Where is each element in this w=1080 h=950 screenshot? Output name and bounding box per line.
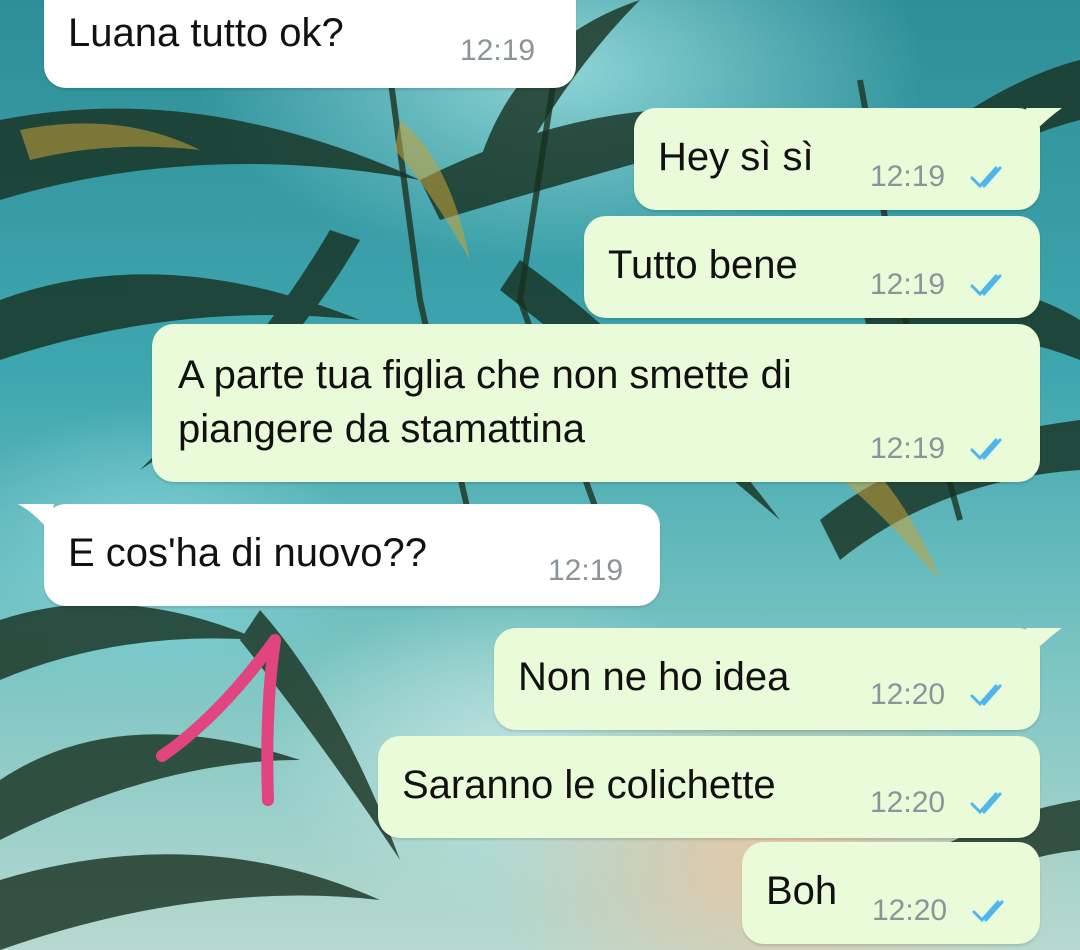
message-time: 12:19 (460, 34, 536, 67)
message-text: Saranno le colichette (402, 763, 776, 807)
message-text: Non ne ho idea (518, 655, 790, 699)
message-bubble-outgoing[interactable]: Saranno le colichette 12:20 (378, 736, 1040, 838)
message-bubble-outgoing[interactable]: Hey sì sì 12:19 (634, 108, 1040, 210)
double-check-read-icon (970, 684, 1002, 707)
message-time: 12:20 (870, 678, 946, 711)
double-check-read-icon (970, 166, 1002, 189)
double-check-read-icon (970, 792, 1002, 815)
message-time: 12:19 (870, 160, 946, 193)
message-time: 12:19 (870, 268, 946, 301)
double-check-read-icon (970, 274, 1002, 297)
message-text: Boh (766, 869, 838, 913)
message-time: 12:19 (548, 554, 624, 587)
double-check-read-icon (970, 438, 1002, 461)
message-text: A parte tua figlia che non smette di pia… (178, 353, 792, 451)
message-bubble-outgoing[interactable]: Boh 12:20 (742, 842, 1040, 944)
message-bubble-outgoing[interactable]: A parte tua figlia che non smette di pia… (152, 324, 1040, 482)
message-time: 12:19 (870, 432, 946, 465)
message-text: Tutto bene (608, 243, 798, 287)
message-bubble-outgoing[interactable]: Tutto bene 12:19 (584, 216, 1040, 318)
message-bubble-incoming[interactable]: E cos'ha di nuovo?? 12:19 (44, 504, 660, 606)
message-bubble-incoming[interactable]: Luana tutto ok? 12:19 (44, 0, 576, 88)
message-time: 12:20 (870, 786, 946, 819)
message-text: E cos'ha di nuovo?? (68, 531, 428, 575)
message-bubble-outgoing[interactable]: Non ne ho idea 12:20 (494, 628, 1040, 730)
handwritten-one-annotation (156, 634, 281, 806)
message-text: Luana tutto ok? (68, 11, 344, 55)
message-time: 12:20 (872, 894, 948, 927)
message-text: Hey sì sì (658, 135, 814, 179)
double-check-read-icon (972, 900, 1004, 923)
